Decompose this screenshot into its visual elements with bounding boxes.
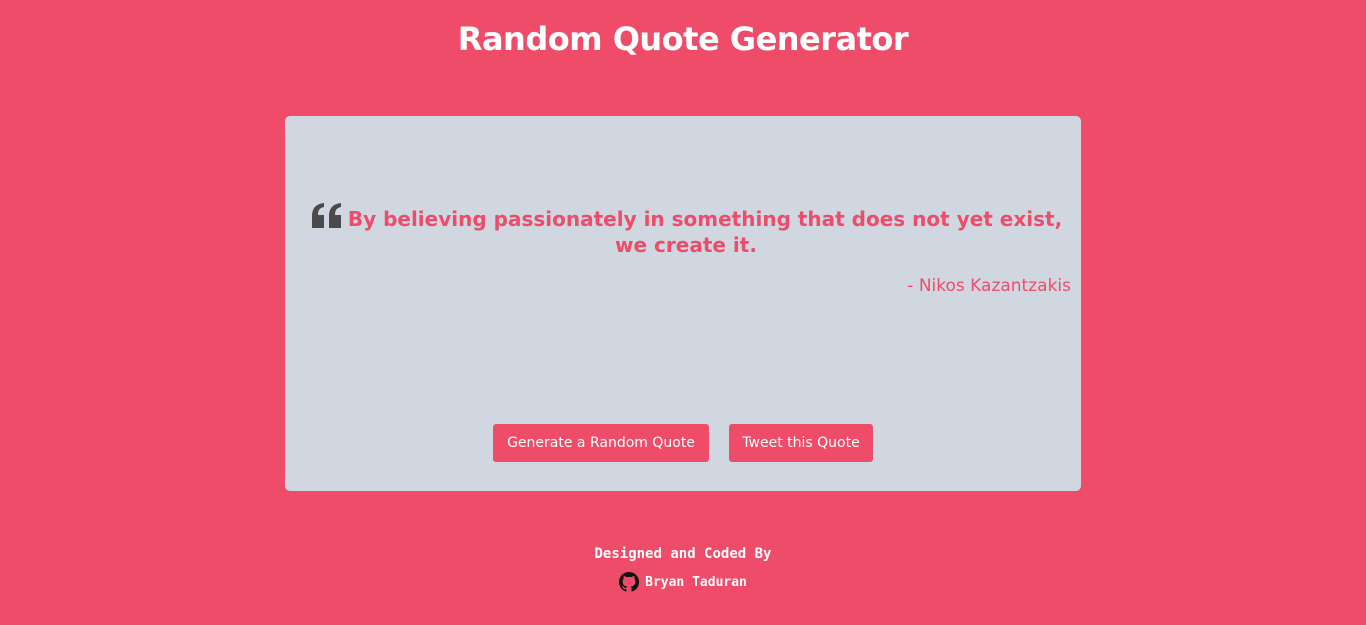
- action-buttons: Generate a Random Quote Tweet this Quote: [285, 424, 1081, 462]
- quote-text: By believing passionately in something t…: [347, 207, 1063, 257]
- generate-quote-button[interactable]: Generate a Random Quote: [493, 424, 709, 462]
- footer-author-row: Bryan Taduran: [0, 572, 1366, 592]
- page-title: Random Quote Generator: [457, 20, 909, 58]
- quote-left-icon: [310, 202, 344, 228]
- github-profile-link[interactable]: Bryan Taduran: [619, 572, 747, 592]
- footer-credit-label: Designed and Coded By: [594, 546, 772, 562]
- quote-block: By believing passionately in something t…: [301, 202, 1071, 258]
- footer-author-name: Bryan Taduran: [645, 574, 747, 590]
- quote-card: By believing passionately in something t…: [285, 116, 1081, 491]
- tweet-quote-button[interactable]: Tweet this Quote: [729, 424, 873, 462]
- footer: Designed and Coded By Bryan Taduran: [0, 546, 1366, 592]
- quote-author: - Nikos Kazantzakis: [907, 276, 1071, 296]
- github-icon: [619, 572, 640, 592]
